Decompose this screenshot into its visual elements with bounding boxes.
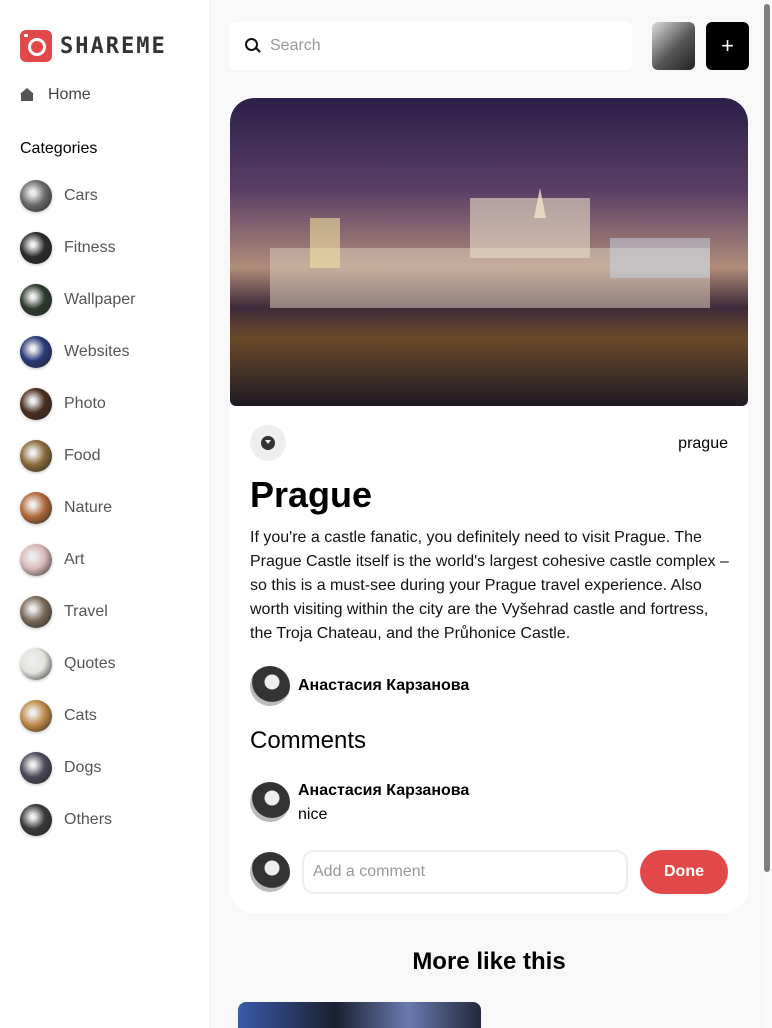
category-label: Dogs xyxy=(64,759,102,776)
pin-image xyxy=(230,98,748,406)
add-pin-button[interactable]: + xyxy=(706,22,749,70)
category-thumbnail xyxy=(20,492,52,524)
done-button[interactable]: Done xyxy=(640,850,728,894)
category-label: Cats xyxy=(64,707,97,724)
sidebar-item-photo[interactable]: Photo xyxy=(20,388,135,420)
comment-author: Анастасия Карзанова xyxy=(298,782,470,799)
sidebar-item-food[interactable]: Food xyxy=(20,440,135,472)
logo[interactable]: SHAREME xyxy=(20,30,167,62)
category-list: Cars Fitness Wallpaper Websites Photo Food Nat… xyxy=(20,180,135,856)
category-label: Quotes xyxy=(64,655,116,672)
category-label: Photo xyxy=(64,395,106,412)
sidebar-item-nature[interactable]: Nature xyxy=(20,492,135,524)
category-label: Others xyxy=(64,811,113,828)
comment-text: nice xyxy=(298,806,328,823)
related-pin-thumbnail[interactable] xyxy=(238,1002,481,1028)
comments-heading: Comments xyxy=(250,727,367,754)
category-label: Art xyxy=(64,551,85,568)
category-label: Cars xyxy=(64,187,98,204)
category-label: Nature xyxy=(64,499,113,516)
author-name: Анастасия Карзанова xyxy=(298,677,470,694)
comment-content: Анастасия Карзанова nice xyxy=(298,782,469,824)
sidebar-item-fitness[interactable]: Fitness xyxy=(20,232,135,264)
category-thumbnail xyxy=(20,440,52,472)
download-icon xyxy=(261,436,275,450)
search-icon xyxy=(244,37,262,55)
comment-input[interactable] xyxy=(302,850,628,894)
sidebar-item-cars[interactable]: Cars xyxy=(20,180,135,212)
logo-text: SHAREME xyxy=(60,33,167,59)
category-thumbnail xyxy=(20,804,52,836)
add-comment-row: Done xyxy=(250,850,728,894)
avatar xyxy=(250,782,290,822)
user-avatar[interactable] xyxy=(652,22,695,70)
pin-description: If you're a castle fanatic, you definite… xyxy=(250,529,729,642)
sidebar-item-quotes[interactable]: Quotes xyxy=(20,648,135,680)
sidebar-item-home[interactable]: Home xyxy=(20,86,91,104)
category-thumbnail xyxy=(20,752,52,784)
sidebar-item-dogs[interactable]: Dogs xyxy=(20,752,135,784)
categories-heading: Categories xyxy=(20,140,98,157)
category-thumbnail xyxy=(20,596,52,628)
category-label: Fitness xyxy=(64,239,116,256)
category-thumbnail xyxy=(20,388,52,420)
pin-title: Prague xyxy=(250,474,373,515)
pin-tag[interactable]: prague xyxy=(678,435,728,453)
category-thumbnail xyxy=(20,180,52,212)
sidebar-item-art[interactable]: Art xyxy=(20,544,135,576)
category-thumbnail xyxy=(20,232,52,264)
home-icon xyxy=(20,88,34,102)
search-input[interactable] xyxy=(270,37,610,55)
scrollbar-thumb[interactable] xyxy=(764,4,770,872)
category-thumbnail xyxy=(20,336,52,368)
pin-author[interactable]: Анастасия Карзанова xyxy=(250,666,469,706)
category-label: Travel xyxy=(64,603,108,620)
castle-skyline xyxy=(270,188,710,308)
category-label: Websites xyxy=(64,343,130,360)
scrollbar[interactable] xyxy=(763,0,772,1028)
sidebar-item-cats[interactable]: Cats xyxy=(20,700,135,732)
sidebar-item-wallpaper[interactable]: Wallpaper xyxy=(20,284,135,316)
category-thumbnail xyxy=(20,544,52,576)
sidebar: SHAREME Home Categories Cars Fitness Wallp… xyxy=(0,0,210,1028)
search-bar[interactable] xyxy=(230,22,632,70)
camera-icon xyxy=(20,30,52,62)
sidebar-item-websites[interactable]: Websites xyxy=(20,336,135,368)
download-button[interactable] xyxy=(250,425,286,461)
category-thumbnail xyxy=(20,284,52,316)
category-thumbnail xyxy=(20,700,52,732)
more-like-this-heading: More like this xyxy=(412,948,566,975)
avatar xyxy=(250,852,290,892)
sidebar-item-others[interactable]: Others xyxy=(20,804,135,836)
avatar xyxy=(250,666,290,706)
category-thumbnail xyxy=(20,648,52,680)
comment-item: Анастасия Карзанова nice xyxy=(250,782,469,824)
pin-detail-card: prague Prague If you're a castle fanatic… xyxy=(230,98,748,913)
category-label: Food xyxy=(64,447,101,464)
category-label: Wallpaper xyxy=(64,291,136,308)
sidebar-item-travel[interactable]: Travel xyxy=(20,596,135,628)
home-label: Home xyxy=(48,86,91,103)
